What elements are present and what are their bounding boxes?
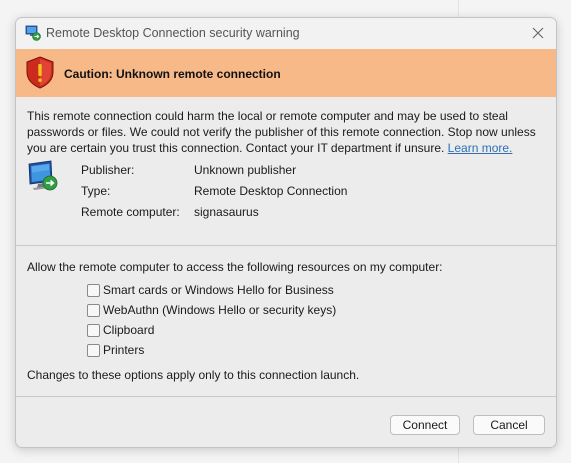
type-row: Type: Remote Desktop Connection [81, 184, 521, 200]
title-bar[interactable]: Remote Desktop Connection security warni… [16, 18, 556, 49]
publisher-label: Publisher: [81, 163, 135, 177]
remote-computer-label: Remote computer: [81, 205, 180, 219]
shield-warning-icon [25, 56, 55, 89]
remote-desktop-monitor-icon [27, 160, 61, 194]
type-label: Type: [81, 184, 111, 198]
checkbox-label[interactable]: WebAuthn (Windows Hello or security keys… [103, 303, 336, 317]
checkbox-label[interactable]: Clipboard [103, 323, 154, 337]
checkbox-label[interactable]: Smart cards or Windows Hello for Busines… [103, 283, 334, 297]
cancel-button[interactable]: Cancel [473, 415, 545, 435]
learn-more-link[interactable]: Learn more. [448, 141, 513, 155]
publisher-value: Unknown publisher [194, 163, 297, 177]
separator-bottom [16, 396, 556, 397]
checkbox-label[interactable]: Printers [103, 343, 144, 357]
separator-top [16, 245, 556, 246]
changes-note: Changes to these options apply only to t… [27, 368, 360, 382]
remote-computer-value: signasaurus [194, 205, 259, 219]
caution-banner: Caution: Unknown remote connection [16, 49, 556, 97]
checkbox-box[interactable] [87, 304, 100, 317]
connect-button[interactable]: Connect [390, 415, 460, 435]
warning-message: This remote connection could harm the lo… [27, 108, 539, 156]
remote-desktop-icon [25, 25, 41, 41]
close-icon [532, 27, 544, 42]
publisher-row: Publisher: Unknown publisher [81, 163, 521, 179]
checkbox-box[interactable] [87, 324, 100, 337]
window-title: Remote Desktop Connection security warni… [46, 26, 300, 40]
banner-heading: Caution: Unknown remote connection [64, 67, 281, 81]
type-value: Remote Desktop Connection [194, 184, 348, 198]
checkbox-box[interactable] [87, 284, 100, 297]
checkbox-box[interactable] [87, 344, 100, 357]
resources-heading: Allow the remote computer to access the … [27, 260, 443, 274]
close-button[interactable] [526, 22, 550, 46]
remote-computer-row: Remote computer: signasaurus [81, 205, 521, 221]
security-warning-dialog: Remote Desktop Connection security warni… [15, 17, 557, 448]
